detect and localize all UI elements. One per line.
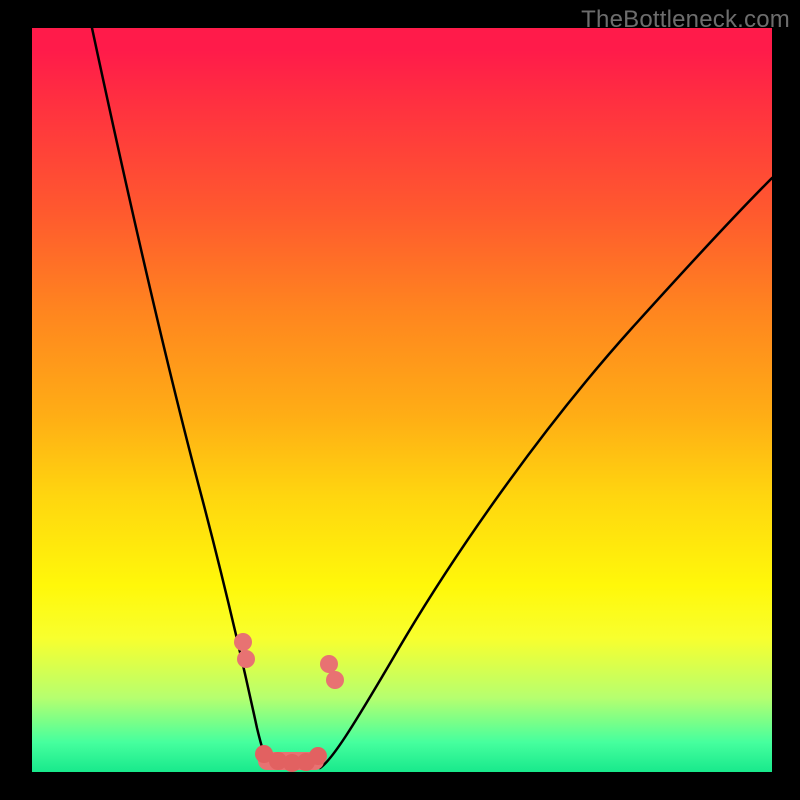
watermark-text: TheBottleneck.com	[581, 6, 790, 34]
marker-point	[326, 671, 344, 689]
marker-point	[309, 747, 327, 765]
marker-point	[237, 650, 255, 668]
chart-plot-area	[32, 28, 772, 772]
marker-point	[320, 655, 338, 673]
right-curve	[320, 178, 772, 768]
marker-point	[234, 633, 252, 651]
chart-svg	[32, 28, 772, 772]
